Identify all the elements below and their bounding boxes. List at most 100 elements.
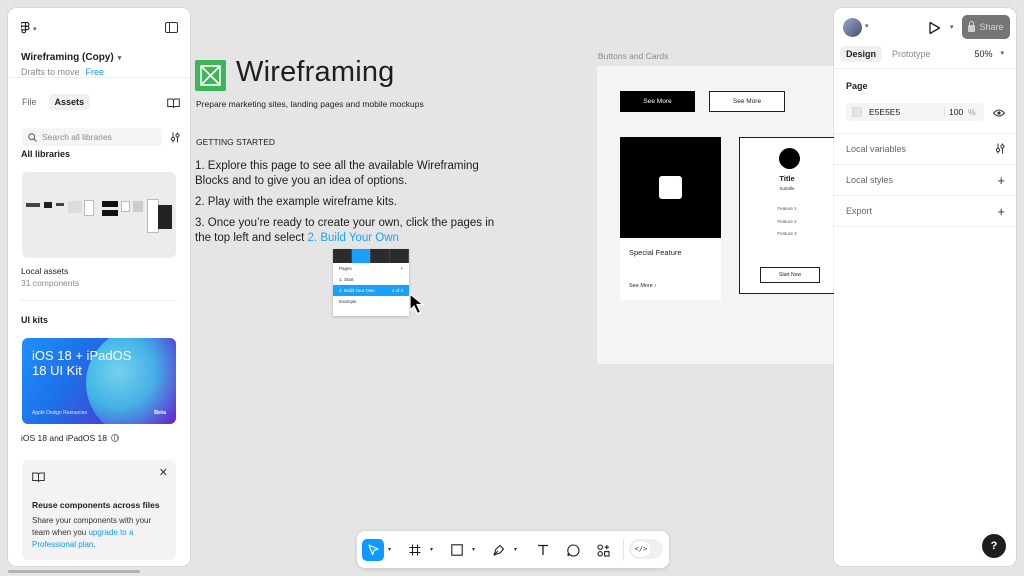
card-subtitle: Subtitle [779, 186, 795, 191]
text-tool-button[interactable] [532, 539, 554, 561]
avatar[interactable] [843, 18, 862, 37]
filter-settings-icon[interactable] [170, 132, 180, 143]
pricing-card[interactable]: Title Subtitle Feature 1 Feature 2 Featu… [739, 137, 835, 294]
chevron-down-icon[interactable]: ▾ [388, 546, 391, 553]
pages-panel-illustration[interactable]: Pages + 1. Start 2. Build Your Own 1 of 3 … [333, 249, 409, 316]
ui-kits-heading: UI kits [21, 315, 49, 325]
globe-icon [111, 434, 120, 442]
chevron-down-icon[interactable]: ▾ [950, 23, 954, 31]
local-assets-name[interactable]: Local assets [21, 266, 68, 276]
shape-tool-button[interactable] [446, 539, 468, 561]
sidebar-toggle-icon[interactable] [165, 22, 178, 33]
kit-name-text: iOS 18 and iPadOS 18 [21, 433, 108, 443]
mock-page-meta: 1 of 3 [391, 288, 403, 293]
see-more-button-secondary[interactable]: See More [709, 91, 785, 112]
add-style-icon[interactable]: + [997, 174, 1005, 187]
canvas-title[interactable]: Wireframing [236, 56, 395, 89]
add-export-icon[interactable]: + [997, 205, 1005, 218]
library-book-icon[interactable] [167, 98, 180, 108]
divider [21, 300, 177, 301]
tab-assets[interactable]: Assets [48, 94, 91, 110]
frame-label[interactable]: Buttons and Cards [598, 51, 668, 61]
local-assets-thumbnail[interactable] [22, 172, 176, 258]
code-icon: </> [631, 541, 651, 557]
divider [834, 195, 1016, 196]
eye-icon[interactable] [993, 109, 1005, 117]
all-libraries-heading: All libraries [21, 149, 71, 159]
comment-icon [566, 543, 579, 557]
close-icon[interactable]: ✕ [159, 466, 168, 479]
pen-tool-button[interactable] [488, 539, 510, 561]
image-placeholder-icon [659, 176, 682, 199]
step-3[interactable]: 3. Once you’re ready to create your own,… [195, 216, 505, 245]
ios-kit-card[interactable]: iOS 18 + iPadOS 18 UI Kit Apple Design R… [22, 338, 176, 424]
export-heading[interactable]: Export [846, 206, 872, 216]
mock-page-item-selected: 2. Build Your Own 1 of 3 [333, 285, 409, 296]
local-variables-heading[interactable]: Local variables [846, 144, 906, 154]
bottom-toolbar: ▾ ▾ ▾ ▾ </> [357, 531, 669, 568]
actions-icon [596, 543, 610, 557]
feature-card[interactable]: Special Feature See More › [620, 137, 721, 300]
share-button[interactable]: Share [962, 15, 1010, 39]
card-link[interactable]: See More › [629, 283, 656, 289]
promo-body: Share your components with your team whe… [32, 515, 170, 551]
kit-card-title: iOS 18 + iPadOS 18 UI Kit [32, 348, 132, 378]
mock-page-label: Example [339, 299, 357, 304]
mock-frame-icon [371, 249, 390, 263]
buttons-and-cards-frame[interactable]: See More See More Special Feature See Mo… [597, 66, 835, 364]
page-color-hex[interactable]: E5E5E5 [869, 107, 944, 117]
frame-icon [409, 544, 421, 556]
start-now-button[interactable]: Start Now [760, 267, 820, 283]
main-menu-button[interactable]: ▾ [21, 22, 37, 35]
build-your-own-link[interactable]: 2. Build Your Own [308, 232, 399, 244]
kit-name[interactable]: iOS 18 and iPadOS 18 [21, 433, 120, 443]
chevron-down-icon[interactable]: ▾ [514, 546, 517, 553]
local-assets-count: 31 components [21, 278, 80, 288]
move-tool-button[interactable] [362, 539, 384, 561]
divider [834, 226, 1016, 227]
variables-settings-icon[interactable] [995, 143, 1005, 154]
book-icon [32, 472, 45, 482]
chevron-down-icon[interactable]: ▾ [472, 546, 475, 553]
tab-file[interactable]: File [16, 94, 43, 110]
getting-started-heading[interactable]: GETTING STARTED [196, 137, 275, 147]
file-name[interactable]: Wireframing (Copy) ▾ [21, 52, 121, 63]
dev-mode-toggle[interactable]: </> [629, 539, 663, 559]
mock-shape-icon [390, 249, 409, 263]
chevron-down-icon[interactable]: ▾ [865, 22, 869, 30]
tab-design[interactable]: Design [840, 46, 883, 62]
help-button[interactable]: ? [982, 534, 1006, 558]
properties-tabs: Design Prototype [840, 46, 937, 62]
file-location[interactable]: Drafts to move [21, 67, 80, 77]
canvas-subtitle[interactable]: Prepare marketing sites, landing pages a… [196, 99, 424, 109]
comment-tool-button[interactable] [562, 539, 584, 561]
chevron-down-icon: ▾ [33, 25, 37, 33]
card-image-placeholder [620, 137, 721, 238]
actions-tool-button[interactable] [592, 539, 614, 561]
kit-card-footer: Apple Design Resources [32, 410, 88, 416]
zoom-control[interactable]: 50% ▾ [974, 49, 1004, 59]
chevron-down-icon[interactable]: ▾ [430, 546, 433, 553]
page-color-field[interactable]: E5E5E5 100 % [846, 103, 984, 121]
search-input[interactable] [42, 132, 152, 142]
local-styles-heading[interactable]: Local styles [846, 175, 893, 185]
frame-tool-button[interactable] [404, 539, 426, 561]
search-icon [28, 132, 37, 142]
library-search[interactable] [22, 128, 162, 146]
page-opacity[interactable]: 100 [944, 107, 968, 117]
mock-page-item: 1. Start [333, 274, 409, 285]
present-play-icon[interactable] [928, 21, 941, 35]
feature-item: Feature 2 [777, 219, 797, 224]
tab-prototype[interactable]: Prototype [886, 46, 937, 62]
wireframing-cover-icon[interactable] [195, 60, 226, 91]
step-2[interactable]: 2. Play with the example wireframe kits. [195, 195, 505, 210]
step-1[interactable]: 1. Explore this page to see all the avai… [195, 159, 505, 188]
share-label: Share [979, 22, 1004, 32]
plan-badge[interactable]: Free [86, 67, 105, 77]
mock-pages-label: Pages [339, 266, 352, 271]
color-swatch[interactable] [852, 107, 862, 117]
see-more-button-primary[interactable]: See More [620, 91, 695, 112]
horizontal-scrollbar[interactable] [8, 570, 140, 573]
right-panel: ▾ ▾ Share Design Prototype 50% ▾ Page E5… [834, 8, 1016, 566]
left-panel: ▾ Wireframing (Copy) ▾ Drafts to move Fr… [8, 8, 190, 566]
